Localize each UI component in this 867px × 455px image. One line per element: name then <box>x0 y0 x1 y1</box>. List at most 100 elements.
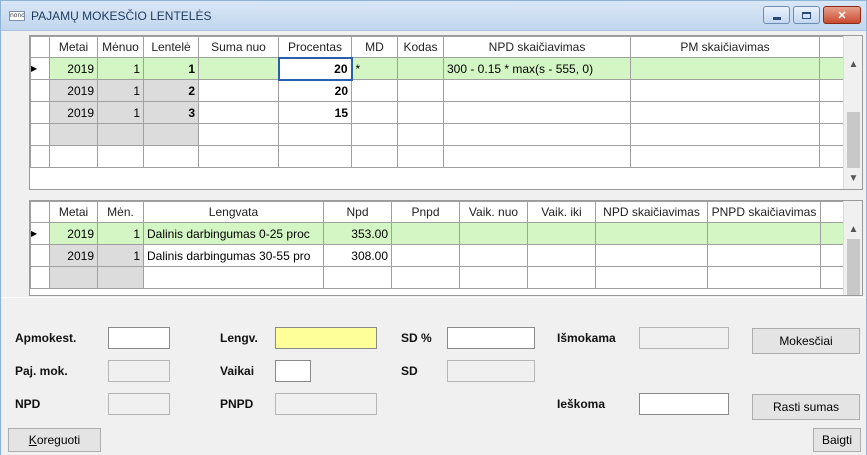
col-header-npd-skaiciavimas[interactable]: NPD skaičiavimas <box>595 201 708 223</box>
cell-lentele[interactable]: 1 <box>143 57 199 80</box>
cell-kodas[interactable] <box>397 101 444 124</box>
cell-npd-skaiciavimas[interactable]: 300 - 0.15 * max(s - 555, 0) <box>443 57 631 80</box>
cell-npd-skaiciavimas[interactable] <box>443 123 631 146</box>
cell-lengvata[interactable] <box>143 266 324 289</box>
cell-men[interactable] <box>97 266 144 289</box>
ieskoma-field[interactable] <box>639 393 729 415</box>
cell-pm-skaiciavimas[interactable] <box>630 123 820 146</box>
cell-vaik-nuo[interactable] <box>459 266 528 289</box>
cell-lentele[interactable]: 3 <box>143 101 199 124</box>
row-indicator[interactable] <box>30 266 50 289</box>
cell-pnpd[interactable] <box>391 222 460 245</box>
cell-md[interactable]: * <box>351 57 398 80</box>
cell-npd-skaiciavimas[interactable] <box>443 101 631 124</box>
table-row[interactable]: 2019 1 3 15 <box>30 101 851 124</box>
scroll-down-icon[interactable]: ▼ <box>844 170 862 187</box>
apmokest-field[interactable] <box>108 327 170 349</box>
cell-vaik-nuo[interactable] <box>459 222 528 245</box>
cell-lentele[interactable] <box>143 145 199 168</box>
top-grid-scrollbar[interactable]: ▲ ▼ <box>843 36 862 189</box>
col-header-lentele[interactable]: Lentelė <box>143 36 199 58</box>
cell-npd-skaiciavimas[interactable] <box>443 79 631 102</box>
cell-lentele[interactable]: 2 <box>143 79 199 102</box>
cell-pnpd[interactable] <box>391 244 460 267</box>
cell-menuo[interactable] <box>97 123 144 146</box>
scroll-up-icon[interactable]: ▲ <box>844 56 862 73</box>
col-header-metai[interactable]: Metai <box>49 201 98 223</box>
col-header-vaik-nuo[interactable]: Vaik. nuo <box>459 201 528 223</box>
tax-table-grid[interactable]: Metai Mėnuo Lentelė Suma nuo Procentas M… <box>29 35 863 190</box>
cell-lentele[interactable] <box>143 123 199 146</box>
col-header-npd[interactable]: Npd <box>323 201 392 223</box>
scroll-up-icon[interactable]: ▲ <box>844 221 862 238</box>
cell-procentas[interactable]: 15 <box>278 101 352 124</box>
cell-npd-skaiciavimas[interactable] <box>443 145 631 168</box>
table-row-empty[interactable] <box>30 266 851 289</box>
cell-pm-skaiciavimas[interactable] <box>630 79 820 102</box>
cell-pm-skaiciavimas[interactable] <box>630 145 820 168</box>
vaikai-field[interactable] <box>275 360 311 382</box>
cell-suma-nuo[interactable] <box>198 79 279 102</box>
cell-metai[interactable]: 2019 <box>49 222 98 245</box>
col-header-md[interactable]: MD <box>351 36 398 58</box>
cell-pnpd-skaiciavimas[interactable] <box>707 222 821 245</box>
minimize-button[interactable] <box>763 6 790 24</box>
row-indicator[interactable] <box>30 79 50 102</box>
table-row-empty[interactable] <box>30 145 851 168</box>
rasti-sumas-button[interactable]: Rasti sumas <box>752 394 860 420</box>
cell-kodas[interactable] <box>397 79 444 102</box>
cell-men[interactable]: 1 <box>97 244 144 267</box>
col-header-menuo[interactable]: Mėnuo <box>97 36 144 58</box>
col-header-metai[interactable]: Metai <box>49 36 98 58</box>
cell-vaik-iki[interactable] <box>527 244 596 267</box>
scroll-thumb[interactable] <box>847 239 860 295</box>
mokesciai-button[interactable]: Mokesčiai <box>752 328 860 354</box>
cell-pnpd[interactable] <box>391 266 460 289</box>
cell-vaik-nuo[interactable] <box>459 244 528 267</box>
cell-kodas[interactable] <box>397 123 444 146</box>
cell-metai[interactable]: 2019 <box>49 79 98 102</box>
row-indicator[interactable] <box>30 145 50 168</box>
row-indicator[interactable] <box>30 244 50 267</box>
cell-menuo[interactable]: 1 <box>97 57 144 80</box>
cell-pnpd-skaiciavimas[interactable] <box>707 266 821 289</box>
table-row[interactable]: 2019 1 2 20 <box>30 79 851 102</box>
table-row[interactable]: ▶ 2019 1 Dalinis darbingumas 0-25 proc 3… <box>30 222 851 245</box>
cell-md[interactable] <box>351 101 398 124</box>
row-indicator-icon[interactable]: ▶ <box>30 57 50 80</box>
cell-npd[interactable] <box>323 266 392 289</box>
cell-vaik-iki[interactable] <box>527 266 596 289</box>
cell-suma-nuo[interactable] <box>198 123 279 146</box>
bottom-grid-scrollbar[interactable]: ▲ <box>843 201 862 295</box>
lengv-field[interactable] <box>275 327 377 349</box>
cell-npd-skaiciavimas[interactable] <box>595 244 708 267</box>
benefits-grid[interactable]: Metai Mėn. Lengvata Npd Pnpd Vaik. nuo V… <box>29 200 863 296</box>
cell-vaik-iki[interactable] <box>527 222 596 245</box>
cell-procentas[interactable] <box>278 123 352 146</box>
close-button[interactable]: ✕ <box>823 6 861 24</box>
col-header-pm-skaiciavimas[interactable]: PM skaičiavimas <box>630 36 820 58</box>
cell-procentas[interactable]: 20 <box>277 56 353 81</box>
cell-metai[interactable] <box>49 145 98 168</box>
cell-suma-nuo[interactable] <box>198 57 279 80</box>
cell-metai[interactable]: 2019 <box>49 57 98 80</box>
cell-md[interactable] <box>351 79 398 102</box>
cell-npd[interactable]: 353.00 <box>323 222 392 245</box>
cell-npd-skaiciavimas[interactable] <box>595 222 708 245</box>
table-row[interactable]: 2019 1 Dalinis darbingumas 30-55 pro 308… <box>30 244 851 267</box>
col-header-pnpd-skaiciavimas[interactable]: PNPD skaičiavimas <box>707 201 821 223</box>
col-header-lengvata[interactable]: Lengvata <box>143 201 324 223</box>
cell-procentas[interactable] <box>278 145 352 168</box>
table-row-empty[interactable] <box>30 123 851 146</box>
col-header-npd-skaiciavimas[interactable]: NPD skaičiavimas <box>443 36 631 58</box>
cell-menuo[interactable]: 1 <box>97 101 144 124</box>
cell-metai[interactable] <box>49 123 98 146</box>
col-header-vaik-iki[interactable]: Vaik. iki <box>527 201 596 223</box>
cell-md[interactable] <box>351 123 398 146</box>
cell-metai[interactable] <box>49 266 98 289</box>
cell-metai[interactable]: 2019 <box>49 101 98 124</box>
cell-menuo[interactable] <box>97 145 144 168</box>
cell-kodas[interactable] <box>397 145 444 168</box>
cell-lengvata[interactable]: Dalinis darbingumas 0-25 proc <box>143 222 324 245</box>
col-header-kodas[interactable]: Kodas <box>397 36 444 58</box>
